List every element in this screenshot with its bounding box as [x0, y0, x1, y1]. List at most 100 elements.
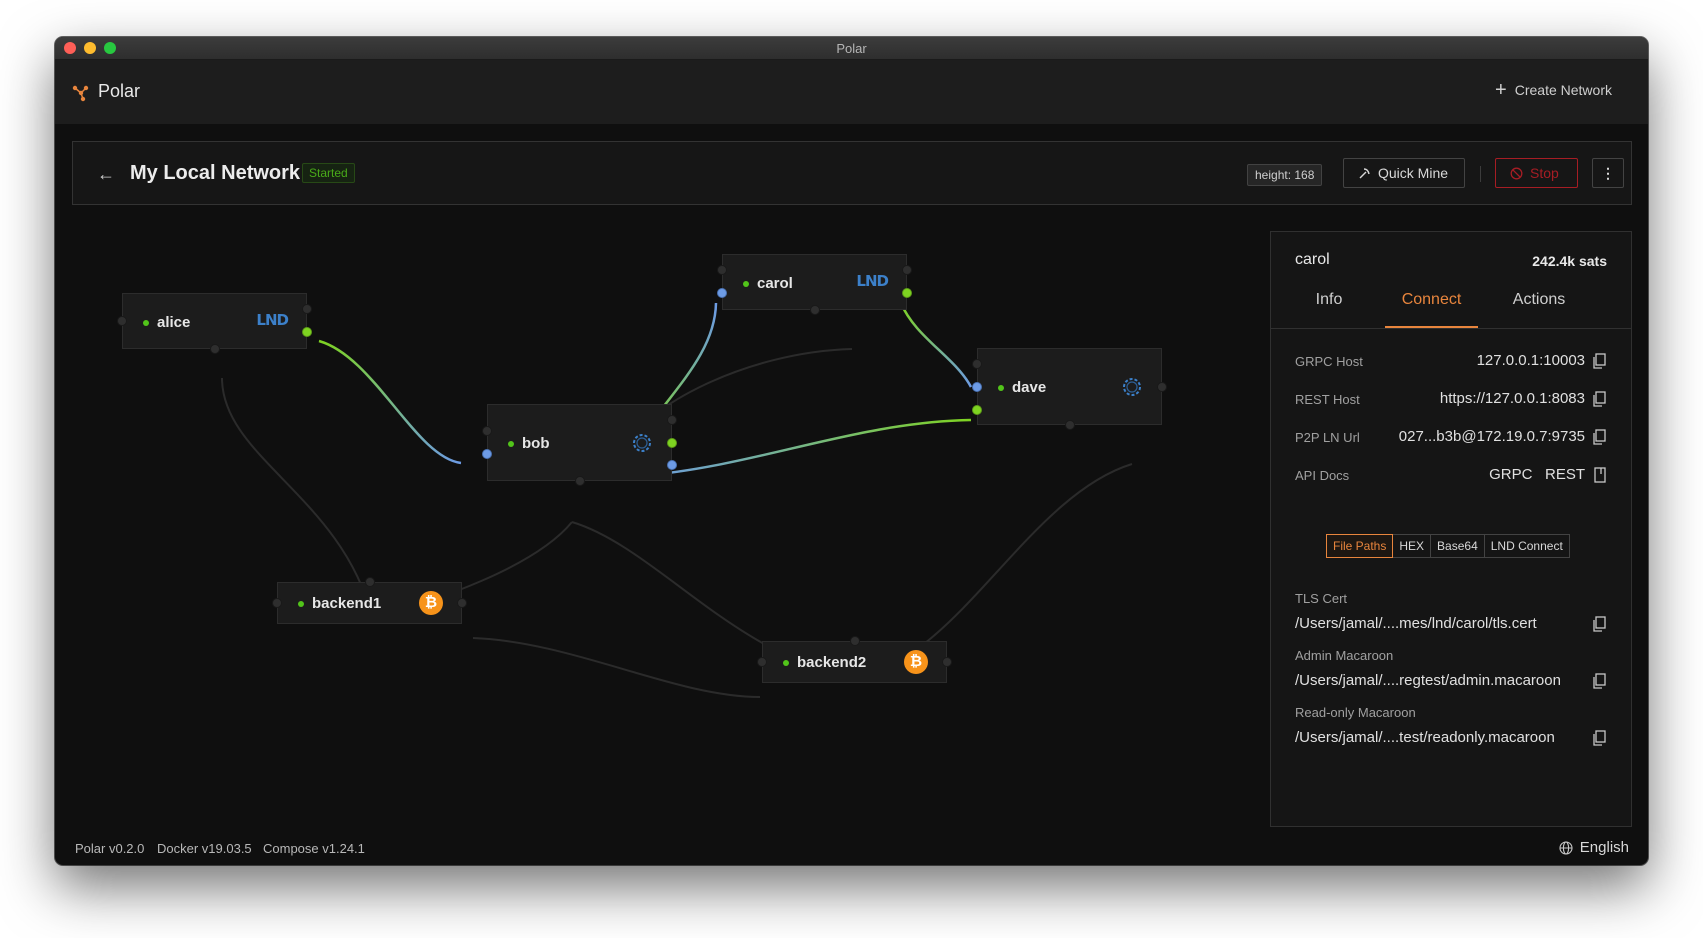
tab-actions[interactable]: Actions [1504, 288, 1574, 328]
copy-icon[interactable] [1593, 730, 1607, 746]
selected-node-name: carol [1295, 251, 1330, 268]
readonly-macaroon-label: Read-only Macaroon [1295, 705, 1416, 720]
rest-host-row: REST Host https://127.0.0.1:8083 [1295, 390, 1607, 410]
port[interactable] [117, 316, 127, 326]
compose-version: Compose v1.24.1 [263, 841, 365, 856]
copy-icon[interactable] [1593, 429, 1607, 445]
language-label: English [1579, 839, 1629, 856]
language-selector[interactable]: English [1559, 839, 1629, 856]
readonly-macaroon-row: Read-only Macaroon /Users/jamal/....test… [1295, 705, 1607, 751]
sidebar-tabs: Info Connect Actions [1271, 288, 1631, 329]
footer: Polar v0.2.0 Docker v19.03.5 Compose v1.… [55, 833, 1648, 865]
admin-macaroon-path: /Users/jamal/....regtest/admin.macaroon [1295, 672, 1561, 689]
node-status-dot [743, 281, 749, 287]
node-name: backend1 [312, 595, 382, 612]
format-hex[interactable]: HEX [1392, 534, 1432, 558]
admin-macaroon-row: Admin Macaroon /Users/jamal/....regtest/… [1295, 648, 1607, 694]
node-name: dave [1012, 379, 1047, 396]
rest-host-label: REST Host [1295, 392, 1360, 407]
node-alice[interactable]: alice LND [117, 293, 312, 354]
node-name: bob [522, 435, 550, 452]
tls-cert-label: TLS Cert [1295, 591, 1348, 606]
p2p-url-value: 027...b3b@172.19.0.7:9735 [1398, 428, 1585, 445]
port[interactable] [850, 636, 860, 646]
p2p-url-label: P2P LN Url [1295, 430, 1360, 445]
node-name: alice [157, 314, 191, 331]
port[interactable] [575, 476, 585, 486]
tab-info[interactable]: Info [1301, 288, 1357, 328]
node-bob[interactable]: bob [482, 404, 677, 486]
port[interactable] [667, 438, 677, 448]
book-icon [1594, 467, 1606, 483]
tls-cert-path: /Users/jamal/....mes/lnd/carol/tls.cert [1295, 615, 1537, 632]
port[interactable] [667, 460, 677, 470]
grpc-host-label: GRPC Host [1295, 354, 1363, 369]
port[interactable] [1065, 420, 1075, 430]
bitcoin-icon: ₿ [904, 650, 928, 674]
globe-icon [1559, 840, 1573, 855]
format-lnd-connect[interactable]: LND Connect [1483, 534, 1570, 558]
port[interactable] [667, 415, 677, 425]
port[interactable] [482, 449, 492, 459]
port[interactable] [757, 657, 767, 667]
admin-macaroon-label: Admin Macaroon [1295, 648, 1394, 663]
api-docs-label: API Docs [1295, 468, 1350, 483]
node-name: backend2 [797, 654, 867, 671]
port[interactable] [717, 288, 727, 298]
channel-alice-bob [318, 339, 462, 465]
format-base64[interactable]: Base64 [1430, 534, 1485, 558]
node-status-dot [783, 660, 789, 666]
copy-icon[interactable] [1593, 616, 1607, 632]
bitcoin-icon: ₿ [419, 591, 443, 615]
grpc-host-value: 127.0.0.1:10003 [1476, 352, 1585, 369]
format-file-paths[interactable]: File Paths [1326, 534, 1394, 558]
lnd-logo-icon: LND [856, 272, 889, 290]
channel-carol-dave [899, 302, 973, 388]
tab-connect[interactable]: Connect [1385, 288, 1478, 328]
readonly-macaroon-path: /Users/jamal/....test/readonly.macaroon [1295, 729, 1555, 746]
port[interactable] [810, 305, 820, 315]
c-lightning-icon [1123, 378, 1141, 396]
node-status-dot [298, 601, 304, 607]
port[interactable] [1157, 382, 1167, 392]
port[interactable] [717, 265, 727, 275]
port[interactable] [210, 344, 220, 354]
port[interactable] [902, 265, 912, 275]
copy-icon[interactable] [1593, 391, 1607, 407]
tls-cert-row: TLS Cert /Users/jamal/....mes/lnd/carol/… [1295, 591, 1607, 637]
port[interactable] [972, 359, 982, 369]
node-carol[interactable]: carol LND [717, 254, 912, 315]
rest-docs-link[interactable]: REST [1545, 466, 1585, 483]
app-window: Polar Polar + Create Network ← My Local … [55, 37, 1648, 865]
node-backend2[interactable]: backend2 ₿ [757, 636, 952, 683]
port[interactable] [482, 426, 492, 436]
p2p-url-row: P2P LN Url 027...b3b@172.19.0.7:9735 [1295, 428, 1607, 448]
grpc-host-row: GRPC Host 127.0.0.1:10003 [1295, 352, 1607, 372]
port[interactable] [302, 327, 312, 337]
grpc-docs-link[interactable]: GRPC [1489, 466, 1532, 483]
docker-version: Docker v19.03.5 [157, 841, 252, 856]
node-dave[interactable]: dave [972, 348, 1167, 430]
rest-host-value: https://127.0.0.1:8083 [1439, 390, 1585, 407]
channel-bob-dave [638, 418, 972, 478]
link-backend1-backend2 [472, 637, 761, 698]
node-name: carol [757, 275, 793, 292]
api-docs-row: API Docs GRPC REST [1295, 466, 1607, 486]
port[interactable] [972, 382, 982, 392]
copy-icon[interactable] [1593, 673, 1607, 689]
port[interactable] [942, 657, 952, 667]
port[interactable] [972, 405, 982, 415]
copy-icon[interactable] [1593, 353, 1607, 369]
node-status-dot [998, 385, 1004, 391]
node-backend1[interactable]: backend1 ₿ [272, 577, 467, 624]
port[interactable] [902, 288, 912, 298]
c-lightning-icon [633, 434, 651, 452]
port[interactable] [365, 577, 375, 587]
node-status-dot [508, 441, 514, 447]
node-details-sidebar: carol 242.4k sats Info Connect Actions G… [1270, 231, 1632, 827]
port[interactable] [302, 304, 312, 314]
node-balance: 242.4k sats [1532, 253, 1607, 269]
port[interactable] [272, 598, 282, 608]
port[interactable] [457, 598, 467, 608]
format-selector: File Paths HEX Base64 LND Connect [1326, 534, 1570, 558]
